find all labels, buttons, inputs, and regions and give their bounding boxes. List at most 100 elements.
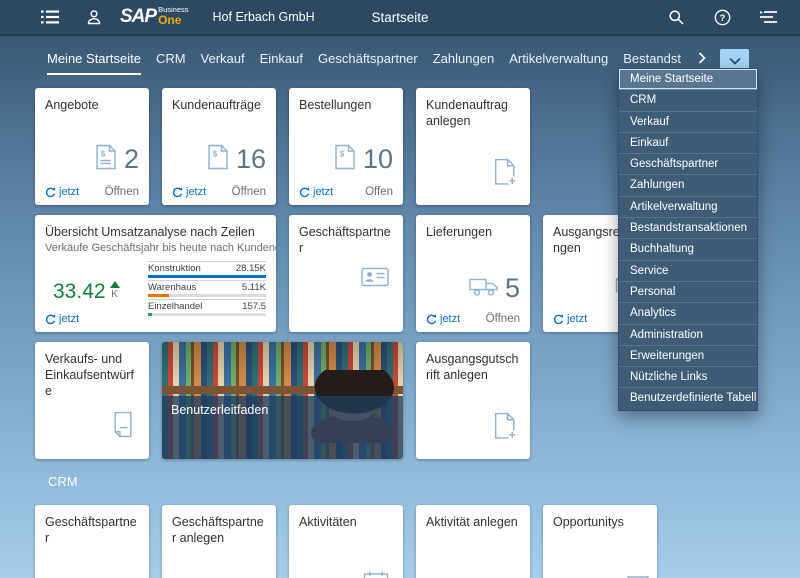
calendar-icon	[363, 571, 389, 578]
help-icon[interactable]: ?	[710, 5, 734, 29]
trend-up-icon	[110, 281, 120, 288]
list-menu-icon[interactable]	[38, 5, 62, 29]
open-link[interactable]: Öffnen	[486, 313, 520, 325]
create-document-icon	[492, 158, 518, 191]
tile-title: Kundenauftrag anlegen	[416, 88, 530, 129]
menu-item-meine-startseite[interactable]: Meine Startseite	[619, 69, 757, 90]
draft-document-icon	[111, 411, 135, 443]
kpi-value: 33.42	[53, 281, 106, 302]
refresh-link[interactable]: jetzt	[172, 186, 206, 198]
tile-crm-aktivitaeten[interactable]: Aktivitäten	[289, 505, 403, 578]
tile-ausgangsgutschrift-anlegen[interactable]: Ausgangsgutschrift anlegen	[416, 342, 530, 459]
tile-title: Bestellungen	[289, 88, 403, 113]
tile-count: 5	[505, 275, 520, 302]
menu-item-zahlungen[interactable]: Zahlungen	[619, 175, 757, 196]
tile-title: Geschäftspartner	[289, 215, 403, 256]
chart-row: Warenhaus5.11K	[148, 280, 266, 299]
tile-title: Angebote	[35, 88, 149, 113]
page-title: Startseite	[371, 10, 428, 25]
tile-kundenauftraege[interactable]: Kundenaufträge $ 16 jetzt Öffnen	[162, 88, 276, 205]
tile-count: 10	[363, 146, 393, 173]
kpi-value-block: 33.42 K	[53, 281, 120, 302]
open-link[interactable]: Öffnen	[232, 186, 266, 198]
kpi-unit: K	[111, 290, 118, 300]
tile-verkaufs-einkaufsentwuerfe[interactable]: Verkaufs- und Einkaufsentwürfe	[35, 342, 149, 459]
logo-sap-text: SAP	[120, 6, 156, 28]
tile-count: 16	[236, 146, 266, 173]
sales-document-icon: $	[333, 144, 357, 175]
tile-lieferungen[interactable]: Lieferungen 5 jetzt Öffnen	[416, 215, 530, 332]
tile-crm-geschaeftspartner-anlegen[interactable]: Geschäftspartner anlegen	[162, 505, 276, 578]
svg-text:$: $	[340, 150, 345, 159]
tile-geschaeftspartner[interactable]: Geschäftspartner	[289, 215, 403, 332]
sap-b1-home-screen: SAP Business One Hof Erbach GmbH Startse…	[0, 0, 800, 578]
tile-crm-aktivitaet-anlegen[interactable]: Aktivität anlegen	[416, 505, 530, 578]
tile-umsatzanalyse-chart[interactable]: Übersicht Umsatzanalyse nach Zeilen Verk…	[35, 215, 276, 332]
section-header-crm: CRM	[48, 474, 78, 489]
comparison-micro-chart: Konstruktion28.15K Warenhaus5.11K Einzel…	[148, 261, 266, 318]
create-document-icon	[492, 412, 518, 445]
tile-count: 2	[124, 146, 139, 173]
refresh-link[interactable]: jetzt	[45, 186, 79, 198]
business-card-icon	[361, 267, 389, 292]
sales-document-icon: $	[94, 144, 118, 175]
tile-title: Benutzerleitfaden	[162, 396, 403, 424]
open-link[interactable]: Öffnen	[105, 186, 139, 198]
svg-text:$: $	[101, 150, 106, 159]
content-area: Meine Startseite CRM Verkauf Einkauf Ges…	[0, 36, 800, 578]
open-link[interactable]: Offen	[365, 186, 393, 198]
tile-bestellungen[interactable]: Bestellungen $ 10 jetzt Offen	[289, 88, 403, 205]
refresh-link[interactable]: jetzt	[426, 313, 460, 325]
menu-item-service[interactable]: Service	[619, 261, 757, 282]
tile-title: Verkaufs- und Einkaufsentwürfe	[35, 342, 149, 399]
menu-item-verkauf[interactable]: Verkauf	[619, 112, 757, 133]
tile-crm-opportunitys[interactable]: Opportunitys	[543, 505, 657, 578]
truck-icon	[469, 276, 499, 302]
menu-item-administration[interactable]: Administration	[619, 325, 757, 346]
menu-item-erweiterungen[interactable]: Erweiterungen	[619, 346, 757, 367]
tile-title: Geschäftspartner	[35, 505, 149, 546]
menu-item-benutzerdefinierte-tabellen[interactable]: Benutzerdefinierte Tabellen	[619, 388, 757, 409]
sales-document-icon: $	[206, 144, 230, 175]
topbar-actions: ?	[664, 5, 780, 29]
tile-title: Übersicht Umsatzanalyse nach Zeilen	[35, 215, 276, 240]
menu-item-artikelverwaltung[interactable]: Artikelverwaltung	[619, 197, 757, 218]
menu-item-analytics[interactable]: Analytics	[619, 303, 757, 324]
tab-crm[interactable]: CRM	[156, 36, 186, 85]
menu-item-bestandstransaktionen[interactable]: Bestandstransaktionen	[619, 218, 757, 239]
search-icon[interactable]	[664, 5, 688, 29]
svg-text:?: ?	[719, 12, 725, 23]
notifications-icon[interactable]	[756, 5, 780, 29]
tab-verkauf[interactable]: Verkauf	[201, 36, 245, 85]
menu-item-einkauf[interactable]: Einkauf	[619, 133, 757, 154]
menu-item-buchhaltung[interactable]: Buchhaltung	[619, 239, 757, 260]
tab-meine-startseite[interactable]: Meine Startseite	[47, 36, 141, 85]
tile-crm-geschaeftspartner[interactable]: Geschäftspartner	[35, 505, 149, 578]
tile-title: Ausgangsgutschrift anlegen	[416, 342, 530, 383]
menu-item-crm[interactable]: CRM	[619, 90, 757, 111]
sap-business-one-logo: SAP Business One	[120, 6, 189, 28]
svg-text:$: $	[213, 150, 218, 159]
tab-einkauf[interactable]: Einkauf	[260, 36, 303, 85]
person-icon[interactable]	[82, 5, 106, 29]
tab-zahlungen[interactable]: Zahlungen	[433, 36, 494, 85]
tile-title: Geschäftspartner anlegen	[162, 505, 276, 546]
menu-item-personal[interactable]: Personal	[619, 282, 757, 303]
tile-title: Kundenaufträge	[162, 88, 276, 113]
menu-item-nuetzliche-links[interactable]: Nützliche Links	[619, 367, 757, 388]
refresh-link[interactable]: jetzt	[45, 313, 79, 325]
refresh-link[interactable]: jetzt	[299, 186, 333, 198]
tile-kundenauftrag-anlegen[interactable]: Kundenauftrag anlegen	[416, 88, 530, 205]
refresh-link[interactable]: jetzt	[553, 313, 587, 325]
tab-geschaeftspartner[interactable]: Geschäftspartner	[318, 36, 418, 85]
tile-benutzerleitfaden[interactable]: Benutzerleitfaden	[162, 342, 403, 459]
menu-item-geschaeftspartner[interactable]: Geschäftspartner	[619, 154, 757, 175]
tile-title: Aktivitäten	[289, 505, 403, 530]
company-name: Hof Erbach GmbH	[213, 10, 315, 24]
tile-angebote[interactable]: Angebote $ 2 jetzt Öffnen	[35, 88, 149, 205]
topbar: SAP Business One Hof Erbach GmbH Startse…	[0, 0, 800, 36]
tile-title: Opportunitys	[543, 505, 657, 530]
image-tile-overlay: Benutzerleitfaden	[162, 396, 403, 459]
tab-artikelverwaltung[interactable]: Artikelverwaltung	[509, 36, 608, 85]
tile-subtitle: Verkäufe Geschäftsjahr bis heute nach Ku…	[35, 240, 276, 254]
